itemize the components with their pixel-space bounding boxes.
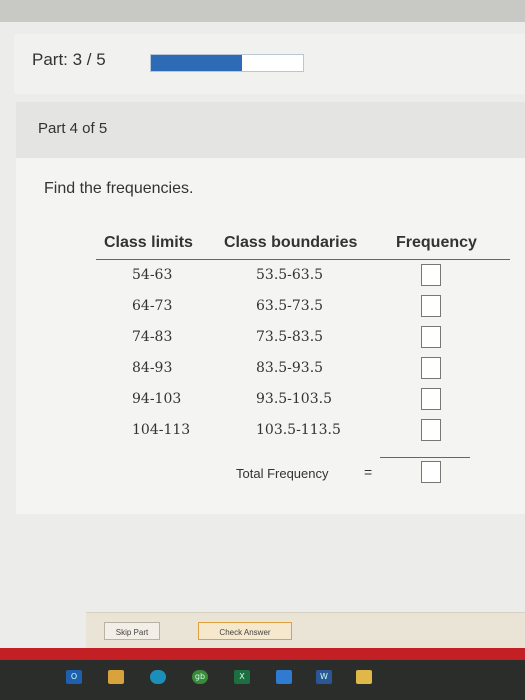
progress-bar [150, 54, 304, 72]
part-progress-label: Part: 3 / 5 [32, 50, 106, 69]
frequency-input[interactable] [421, 388, 441, 410]
window-bottom-strip [0, 648, 525, 660]
photos-icon[interactable] [276, 670, 292, 684]
header-rule [96, 259, 510, 260]
frequency-input[interactable] [421, 419, 441, 441]
class-limits-cell: 84-93 [132, 360, 173, 376]
table-row: 104-113 103.5-113.5 [96, 419, 510, 449]
table-row: 74-83 73.5-83.5 [96, 326, 510, 356]
gb-icon[interactable]: gb [192, 670, 208, 684]
question-card: Part 4 of 5 Find the frequencies. Class … [16, 102, 525, 514]
word-icon[interactable]: W [316, 670, 332, 684]
column-header-frequency: Frequency [396, 234, 477, 251]
class-limits-cell: 104-113 [132, 422, 191, 438]
class-limits-cell: 64-73 [132, 298, 173, 314]
frequency-input[interactable] [421, 295, 441, 317]
class-boundaries-cell: 73.5-83.5 [256, 329, 324, 345]
app-icon[interactable] [108, 670, 124, 684]
class-boundaries-cell: 83.5-93.5 [256, 360, 324, 376]
outlook-icon[interactable]: O [66, 670, 82, 684]
screen-bezel [0, 0, 525, 22]
files-icon[interactable] [356, 670, 372, 684]
class-limits-cell: 94-103 [132, 391, 182, 407]
table-row: 64-73 63.5-73.5 [96, 295, 510, 325]
class-boundaries-cell: 93.5-103.5 [256, 391, 332, 407]
class-limits-cell: 54-63 [132, 267, 173, 283]
class-boundaries-cell: 63.5-73.5 [256, 298, 324, 314]
total-frequency-label: Total Frequency [236, 466, 329, 481]
check-answer-button[interactable]: Check Answer [198, 622, 292, 640]
class-boundaries-cell: 103.5-113.5 [256, 422, 341, 438]
frequency-input[interactable] [421, 264, 441, 286]
frequency-input[interactable] [421, 357, 441, 379]
part-header: Part: 3 / 5 [14, 34, 525, 94]
skip-part-button[interactable]: Skip Part [104, 622, 160, 640]
progress-bar-fill [151, 55, 243, 71]
total-frequency-input[interactable] [421, 461, 441, 483]
class-boundaries-cell: 53.5-63.5 [256, 267, 324, 283]
column-header-class-limits: Class limits [104, 234, 193, 251]
table-row: 54-63 53.5-63.5 [96, 264, 510, 294]
table-row: 94-103 93.5-103.5 [96, 388, 510, 418]
table-row: 84-93 83.5-93.5 [96, 357, 510, 387]
frequency-input[interactable] [421, 326, 441, 348]
app-window: Part: 3 / 5 Part 4 of 5 Find the frequen… [0, 22, 525, 649]
equals-sign: = [364, 464, 373, 480]
taskbar: O gb X W [0, 660, 525, 700]
class-limits-cell: 74-83 [132, 329, 173, 345]
total-rule [380, 457, 470, 458]
answer-footer: Skip Part Check Answer [86, 612, 525, 649]
excel-icon[interactable]: X [234, 670, 250, 684]
card-title: Part 4 of 5 [38, 120, 108, 137]
column-header-class-boundaries: Class boundaries [224, 234, 358, 251]
instruction-text: Find the frequencies. [44, 180, 194, 197]
card-title-band: Part 4 of 5 [16, 102, 525, 158]
edge-icon[interactable] [150, 670, 166, 684]
